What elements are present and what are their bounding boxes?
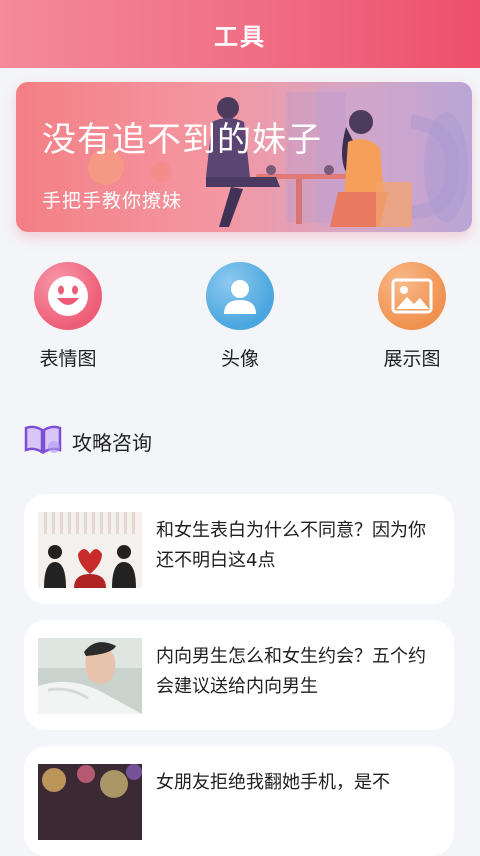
tool-emoji[interactable]: 表情图 <box>8 262 128 371</box>
banner-subline: 手把手教你撩妹 <box>42 190 183 212</box>
article-card[interactable]: 内向男生怎么和女生约会？五个约会建议送给内向男生 <box>24 620 454 730</box>
book-icon <box>24 423 62 459</box>
banner-headline: 没有追不到的妹子 <box>42 120 322 160</box>
tool-showcase[interactable]: 展示图 <box>352 262 472 371</box>
promo-banner[interactable]: 没有追不到的妹子 手把手教你撩妹 <box>16 82 472 232</box>
smiley-icon <box>34 262 102 330</box>
article-thumbnail <box>38 764 142 840</box>
tool-avatar[interactable]: 头像 <box>180 262 300 371</box>
article-title: 和女生表白为什么不同意？因为你还不明白这4点 <box>156 520 426 571</box>
article-thumbnail <box>38 638 142 714</box>
tool-label: 表情图 <box>39 348 97 370</box>
page-title: 工具 <box>214 22 266 51</box>
tool-grid: 表情图 头像 展示图 <box>0 262 480 372</box>
article-card[interactable]: 和女生表白为什么不同意？因为你还不明白这4点 <box>24 494 454 604</box>
image-icon <box>378 262 446 330</box>
article-title: 女朋友拒绝我翻她手机，是不 <box>156 772 390 793</box>
person-icon <box>206 262 274 330</box>
section-header: 攻略咨询 <box>24 424 152 458</box>
tool-label: 展示图 <box>383 348 441 370</box>
article-thumbnail <box>38 512 142 588</box>
app-header: 工具 <box>0 0 480 68</box>
article-title: 内向男生怎么和女生约会？五个约会建议送给内向男生 <box>156 646 426 697</box>
section-title: 攻略咨询 <box>72 430 152 455</box>
tool-label: 头像 <box>220 348 259 370</box>
article-card[interactable]: 女朋友拒绝我翻她手机，是不 <box>24 746 454 856</box>
